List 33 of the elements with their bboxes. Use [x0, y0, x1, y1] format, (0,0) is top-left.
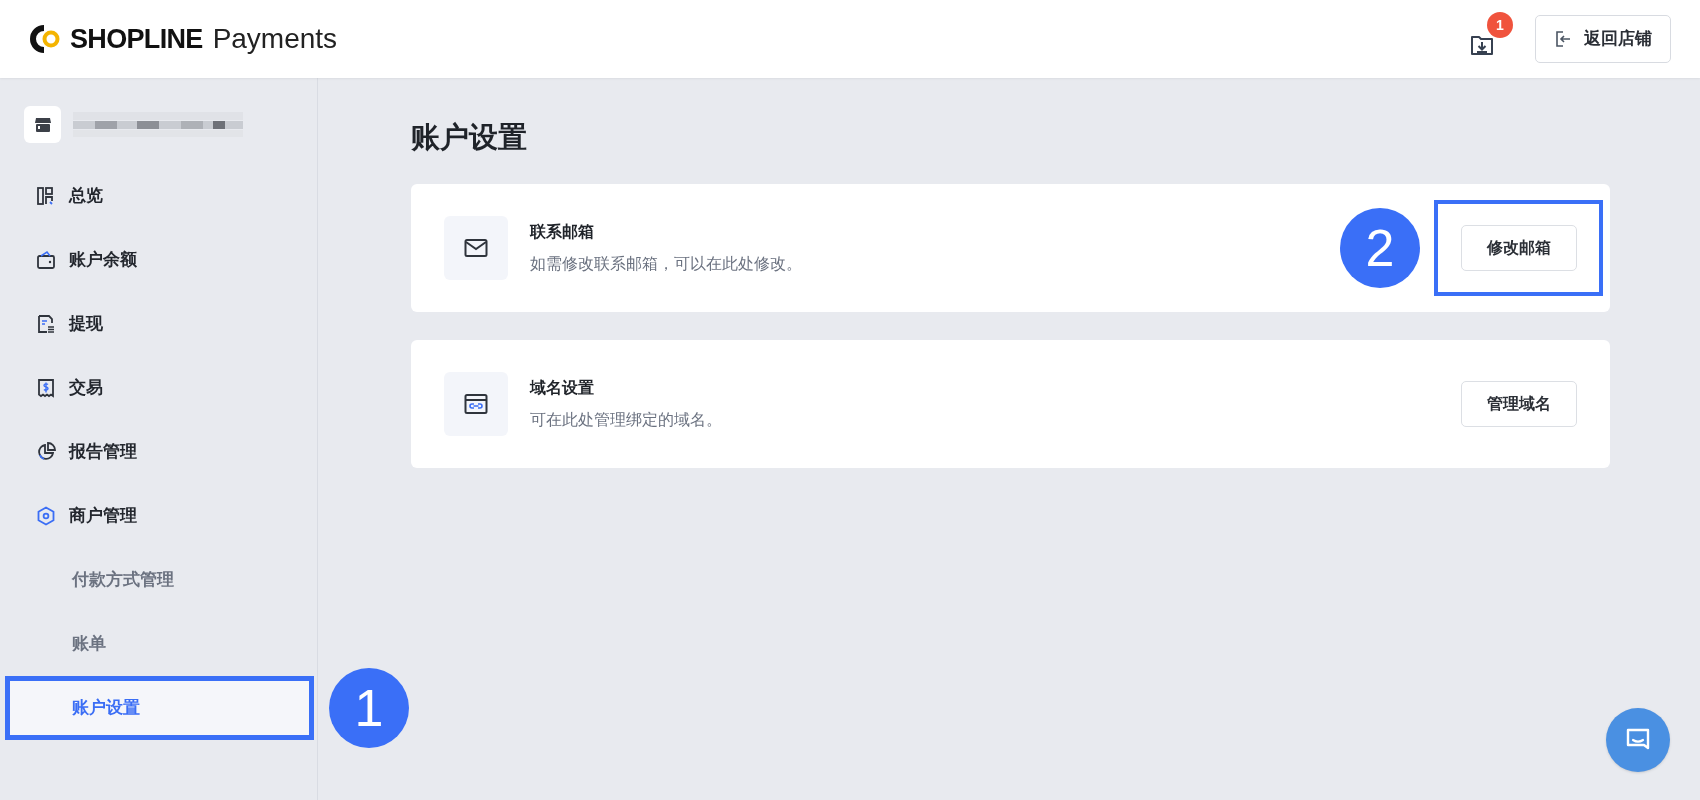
step-number-badge: 2 [1340, 207, 1420, 288]
store-icon [33, 116, 52, 133]
card-action-button[interactable]: 修改邮箱 [1461, 224, 1577, 271]
link-window-icon [464, 392, 488, 415]
mail-icon [464, 237, 488, 258]
sidebar-item[interactable]: 报告管理 [0, 420, 317, 484]
card-title: 联系邮箱 [530, 221, 595, 242]
sidebar-subitem[interactable]: 账单 [0, 612, 317, 676]
sidebar-item[interactable]: 提现 [0, 292, 317, 356]
back-to-store-button[interactable]: 返回店铺 [1535, 15, 1671, 63]
card-action-button[interactable]: 管理域名 [1461, 380, 1577, 427]
notification-badge: 1 [1487, 12, 1513, 38]
sidebar-item[interactable]: 账户余额 [0, 228, 317, 292]
merchant-icon [36, 506, 56, 526]
sidebar-item[interactable]: 总览 [0, 164, 317, 228]
sidebar-subitem[interactable]: 账户设置 [5, 676, 314, 740]
wallet-icon [36, 250, 56, 270]
exit-icon [1554, 30, 1572, 48]
card-title: 域名设置 [530, 377, 595, 398]
transaction-icon [36, 378, 56, 398]
page-title: 账户设置 [411, 120, 528, 155]
sidebar-subitem[interactable]: 付款方式管理 [0, 548, 317, 612]
sidebar-item[interactable]: 商户管理 [0, 484, 317, 548]
overview-icon [36, 186, 56, 206]
step-number-badge: 1 [329, 668, 409, 748]
logo-product: Payments [212, 22, 338, 56]
card-description: 可在此处管理绑定的域名。 [530, 409, 723, 430]
sidebar-item[interactable]: 交易 [0, 356, 317, 420]
card-description: 如需修改联系邮箱，可以在此处修改。 [530, 253, 803, 274]
withdraw-icon [36, 314, 56, 334]
report-icon [36, 442, 56, 462]
chat-button[interactable] [1606, 708, 1670, 772]
logo-brand: SHOPLINE [70, 22, 203, 56]
